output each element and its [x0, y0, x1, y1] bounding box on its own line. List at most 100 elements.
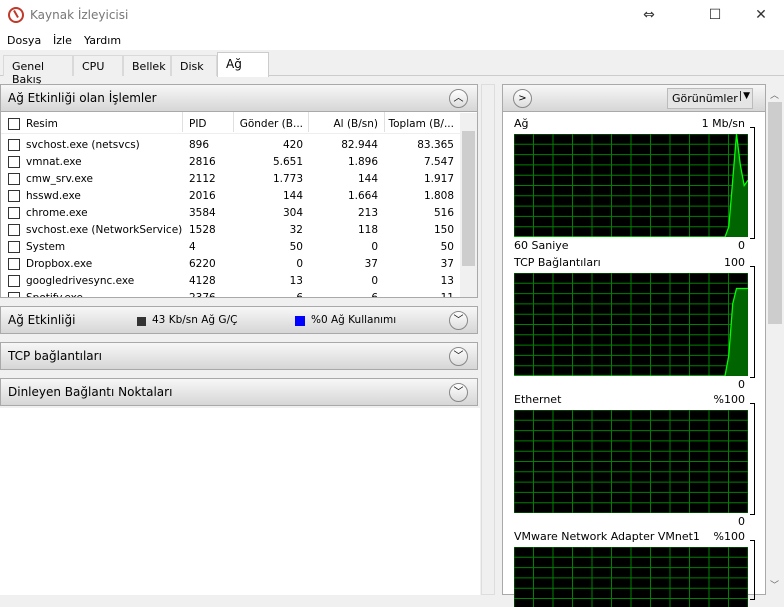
expand-icon[interactable]: ﹀: [449, 311, 468, 330]
cell-total: 11: [440, 292, 454, 298]
graph-canvas: [514, 410, 748, 513]
tab-bar: Genel Bakış CPU Bellek Disk Ağ: [0, 52, 784, 86]
graph-min: 0: [738, 515, 745, 528]
tab-network[interactable]: Ağ: [217, 52, 269, 77]
table-row[interactable]: cmw_srv.exe 2112 1.773 144 1.917: [1, 171, 461, 188]
cell-pid: 2016: [189, 190, 216, 202]
listening-ports-header[interactable]: Dinleyen Bağlantı Noktaları ﹀: [0, 378, 478, 406]
menu-file[interactable]: Dosya: [7, 34, 41, 47]
restore-button[interactable]: ⇔: [626, 0, 672, 30]
table-row[interactable]: hsswd.exe 2016 144 1.664 1.808: [1, 188, 461, 205]
menu-help[interactable]: Yardım: [84, 34, 121, 47]
tcp-connections-header[interactable]: TCP bağlantıları ﹀: [0, 342, 478, 370]
table-row[interactable]: svchost.exe (NetworkService) 1528 32 118 150: [1, 222, 461, 239]
col-total[interactable]: Toplam (B/...: [384, 118, 455, 130]
cell-pid: 4128: [189, 275, 216, 287]
collapse-icon[interactable]: ︿: [449, 89, 468, 108]
cell-image: System: [26, 241, 66, 253]
cell-send: 32: [289, 224, 303, 236]
left-empty-area: [0, 408, 480, 595]
row-checkbox[interactable]: [8, 190, 20, 202]
select-all-checkbox[interactable]: [8, 118, 20, 130]
row-checkbox[interactable]: [8, 275, 20, 287]
cell-pid: 2112: [189, 173, 216, 185]
splitter-scrollbar[interactable]: [481, 84, 495, 595]
maximize-icon: ☐: [708, 7, 722, 23]
tab-disk[interactable]: Disk: [171, 55, 217, 76]
network-io: 43 Kb/sn Ağ G/Ç: [152, 314, 238, 326]
col-pid[interactable]: PID: [189, 118, 207, 130]
row-checkbox[interactable]: [8, 292, 20, 297]
cell-image: chrome.exe: [26, 207, 88, 219]
row-checkbox[interactable]: [8, 139, 20, 151]
cell-send: 0: [296, 258, 303, 270]
app-icon: [8, 7, 24, 23]
row-checkbox[interactable]: [8, 173, 20, 185]
table-row[interactable]: Spotify.exe 2376 6 6 11: [1, 290, 461, 298]
cell-receive: 0: [371, 241, 378, 253]
scroll-up-icon[interactable]: ︿: [770, 88, 779, 101]
cell-receive: 82.944: [341, 139, 378, 151]
cell-pid: 6220: [189, 258, 216, 270]
chevron-right-icon[interactable]: >: [513, 89, 532, 108]
graphs-header: > Görünümler ▼: [502, 84, 766, 112]
cell-image: svchost.exe (NetworkService): [26, 224, 183, 236]
col-receive[interactable]: Al (B/sn): [308, 118, 379, 130]
cell-total: 83.365: [417, 139, 454, 151]
cell-receive: 213: [357, 207, 378, 219]
table-row[interactable]: Dropbox.exe 6220 0 37 37: [1, 256, 461, 273]
window-title: Kaynak İzleyicisi: [30, 8, 129, 22]
col-image[interactable]: Resim: [26, 118, 58, 130]
close-button[interactable]: ✕: [738, 0, 784, 30]
graph-bracket: [750, 127, 755, 239]
table-row[interactable]: System 4 50 0 50: [1, 239, 461, 256]
tab-cpu[interactable]: CPU: [73, 55, 123, 76]
col-send[interactable]: Gönder (B...: [233, 118, 303, 130]
table-row[interactable]: vmnat.exe 2816 5.651 1.896 7.547: [1, 154, 461, 171]
row-checkbox[interactable]: [8, 258, 20, 270]
row-checkbox[interactable]: [8, 224, 20, 236]
row-checkbox[interactable]: [8, 241, 20, 253]
network-activity-header[interactable]: Ağ Etkinliği 43 Kb/sn Ağ G/Ç %0 Ağ Kulla…: [0, 306, 478, 334]
menu-bar: Dosya İzle Yardım: [0, 30, 784, 50]
graph-bracket: [750, 403, 755, 515]
cell-image: googledrivesync.exe: [26, 275, 135, 287]
expand-icon[interactable]: ﹀: [449, 347, 468, 366]
network-usage: %0 Ağ Kullanımı: [311, 314, 397, 326]
processes-section-header[interactable]: Ağ Etkinliği olan İşlemler ︿: [0, 84, 478, 112]
views-label: Görünümler: [672, 92, 738, 105]
cell-receive: 6: [371, 292, 378, 298]
cell-receive: 144: [357, 173, 378, 185]
cell-image: svchost.exe (netsvcs): [26, 139, 140, 151]
graph-title: Ağ: [514, 117, 529, 130]
graph-title: TCP Bağlantıları: [514, 256, 601, 269]
menu-monitor[interactable]: İzle: [53, 34, 72, 47]
table-row[interactable]: svchost.exe (netsvcs) 896 420 82.944 83.365: [1, 137, 461, 154]
scroll-thumb[interactable]: [462, 131, 475, 266]
expand-icon[interactable]: ﹀: [449, 383, 468, 402]
cell-send: 420: [282, 139, 303, 151]
scroll-thumb[interactable]: [768, 102, 782, 324]
row-checkbox[interactable]: [8, 156, 20, 168]
cell-total: 13: [440, 275, 454, 287]
close-icon: ✕: [755, 7, 767, 23]
cell-pid: 3584: [189, 207, 216, 219]
processes-scrollbar[interactable]: [460, 113, 477, 297]
graphs-scrollbar[interactable]: ︿ ﹀: [766, 84, 784, 595]
cell-receive: 118: [357, 224, 378, 236]
table-row[interactable]: googledrivesync.exe 4128 13 0 13: [1, 273, 461, 290]
cell-pid: 1528: [189, 224, 216, 236]
maximize-button[interactable]: ☐: [692, 0, 738, 30]
tab-memory[interactable]: Bellek: [123, 55, 171, 76]
cell-image: hsswd.exe: [26, 190, 81, 202]
graphs-panel: > Görünümler ▼ Ağ 1 Mb/sn 0 60 Saniye TCP Ba…: [502, 84, 766, 607]
graph-title: Ethernet: [514, 393, 562, 406]
row-checkbox[interactable]: [8, 207, 20, 219]
views-dropdown[interactable]: Görünümler ▼: [667, 88, 753, 109]
scroll-down-icon[interactable]: ﹀: [770, 578, 779, 591]
graph-bracket: [750, 266, 755, 378]
table-row[interactable]: chrome.exe 3584 304 213 516: [1, 205, 461, 222]
cell-send: 144: [282, 190, 303, 202]
tab-overview[interactable]: Genel Bakış: [3, 55, 73, 86]
cell-receive: 1.664: [347, 190, 378, 202]
